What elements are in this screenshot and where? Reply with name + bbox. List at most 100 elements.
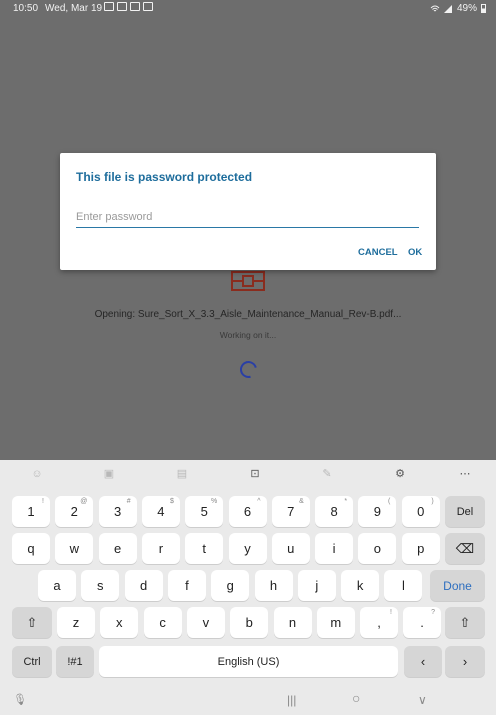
right-arrow-key-label: › [462,654,468,669]
done-key-label: Done [443,578,472,593]
key-f[interactable]: f [167,570,206,601]
key-period[interactable]: .? [403,607,441,638]
backspace-key[interactable]: ⌫ [445,533,485,564]
key-n[interactable]: n [273,607,312,638]
sticker-icon[interactable]: ▣ [102,467,116,481]
key-period-label: . [420,615,424,630]
key-c[interactable]: c [143,607,182,638]
key-7-alt-label: & [299,498,304,505]
key-f-label: f [185,578,189,593]
mail-notification-icon [130,2,140,11]
key-v[interactable]: v [186,607,225,638]
key-y[interactable]: y [228,533,267,564]
key-r[interactable]: r [141,533,180,564]
key-0-label: 0 [417,504,425,519]
key-u-label: u [287,541,295,556]
key-l[interactable]: l [384,570,423,601]
key-o-label: o [373,541,381,556]
key-5[interactable]: 5% [185,496,224,527]
handwriting-icon[interactable]: ✎ [320,467,334,481]
emoji-icon[interactable]: ☺ [30,467,44,481]
key-j-label: j [315,578,319,593]
key-i[interactable]: i [315,533,354,564]
dialog-title: This file is password protected [76,170,253,184]
key-6[interactable]: 6 ^ [228,496,267,527]
key-4-label: 4 [157,504,165,519]
key-a[interactable]: a [38,570,76,601]
backspace-key-label: ⌫ [455,540,475,556]
battery-percent: 49% [456,3,477,14]
key-0[interactable]: 0) [401,496,440,527]
key-2[interactable]: 2 @ [55,496,94,527]
key-h-label: h [269,578,278,593]
key-comma[interactable]: ,! [360,607,398,638]
keyboard-mode-icon[interactable]: ⊡ [248,467,262,481]
password-input[interactable] [76,208,419,228]
opening-file-text: Opening: Sure_Sort_X_3.3_Aisle_Maintenan… [94,309,402,320]
key-w[interactable]: w [55,533,94,564]
key-8-alt-label: * [344,498,348,505]
recents-button[interactable]: ||| [287,693,296,707]
settings-icon[interactable]: ⚙ [393,467,407,481]
key-3[interactable]: 3 # [98,496,137,527]
key-p[interactable]: p [401,533,440,564]
key-q[interactable]: q [12,533,50,564]
key-5-label: 5 [200,504,208,519]
key-a-label: a [53,578,61,593]
shift-right-key[interactable]: ⇧ [445,607,485,638]
key-b[interactable]: b [230,607,269,638]
notification-icons [104,2,153,11]
key-s-label: s [97,578,104,593]
key-w-label: w [69,541,79,556]
key-s[interactable]: s [81,570,120,601]
key-u[interactable]: u [271,533,310,564]
microphone-icon[interactable]: 🎙 [13,693,27,706]
symbols-key[interactable]: !#1 [56,646,94,677]
ctrl-key[interactable]: Ctrl [12,646,52,677]
delete-key-label: Del [456,505,474,518]
key-1[interactable]: 1! [12,496,50,527]
key-4[interactable]: 4 $ [141,496,180,527]
key-2-label: 2 [70,504,78,519]
key-o[interactable]: o [358,533,397,564]
key-j[interactable]: j [297,570,336,601]
key-b-label: b [245,615,253,630]
key-k[interactable]: k [341,570,380,601]
key-8[interactable]: 8 * [315,496,354,527]
clipboard-icon[interactable]: ▤ [175,467,189,481]
key-c-label: c [159,615,166,630]
left-arrow-key[interactable]: ‹ [404,646,442,677]
home-button[interactable]: ○ [352,690,360,706]
delete-key[interactable]: Del [445,496,485,527]
key-7-label: 7 [287,504,295,519]
signal-icon [443,4,452,13]
key-m[interactable]: m [316,607,355,638]
key-t[interactable]: t [185,533,224,564]
key-e[interactable]: e [98,533,137,564]
shift-left-key[interactable]: ⇧ [12,607,52,638]
status-date: Wed, Mar 19 [45,3,103,14]
key-x[interactable]: x [100,607,139,638]
image-notification-icon [143,2,153,11]
cancel-button[interactable]: CANCEL [358,247,398,258]
ok-button[interactable]: OK [408,247,422,258]
key-n-label: n [288,615,297,630]
key-d[interactable]: d [124,570,163,601]
key-h[interactable]: h [254,570,293,601]
mail-notification-icon [117,2,127,11]
key-e-label: e [113,541,122,556]
more-icon[interactable]: ⋯ [458,467,472,481]
key-9[interactable]: 9( [358,496,397,527]
navigation-bar: 🎙 ||| ○ ∨ [0,686,496,715]
mail-notification-icon [104,2,114,11]
key-z[interactable]: z [57,607,95,638]
right-arrow-key[interactable]: › [445,646,485,677]
key-g[interactable]: g [211,570,250,601]
back-button[interactable]: ∨ [418,693,427,707]
wifi-icon [430,5,440,11]
done-key[interactable]: Done [430,570,485,601]
symbols-key-label: !#1 [67,655,83,668]
space-key[interactable]: English (US) [99,646,398,677]
key-d-label: d [139,578,148,593]
key-7[interactable]: 7 & [271,496,310,527]
